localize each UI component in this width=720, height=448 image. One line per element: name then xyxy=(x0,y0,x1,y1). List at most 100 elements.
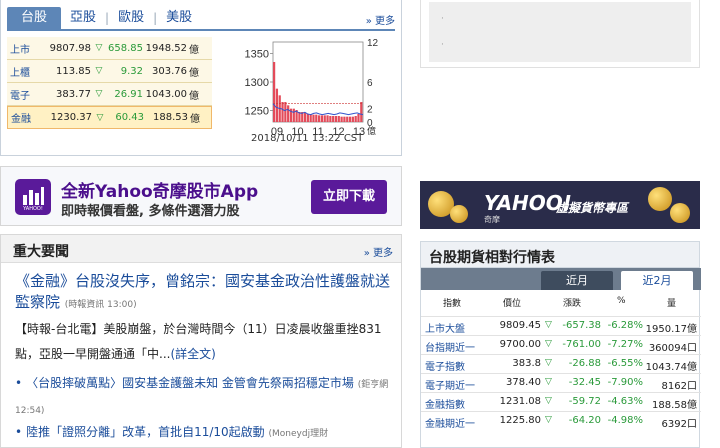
app-banner-title: 全新Yahoo奇摩股市App xyxy=(61,182,259,202)
row-pct: -4.98% xyxy=(607,415,643,426)
ad-dot: · xyxy=(441,14,444,24)
tab-europe[interactable]: 歐股 xyxy=(109,7,153,29)
quote-volume: 188.53 xyxy=(153,112,188,123)
futures-row[interactable]: 金融指數 1231.08 ▽ -59.72 -4.63% 188.58億 xyxy=(421,392,701,411)
quote-row-electronics[interactable]: 電子 383.77 ▽ 26.91 1043.00 億 xyxy=(7,83,212,106)
quote-price: 9807.98 xyxy=(49,42,91,54)
news-item-text[interactable]: 〈台股摔破萬點〉國安基金護盤未知 金管會先祭兩招穩定市場 xyxy=(26,376,354,390)
col-change: 漲跌 xyxy=(563,299,582,309)
ad-placeholder: · · xyxy=(429,2,691,62)
futures-row[interactable]: 台指期近一 9700.00 ▽ -761.00 -7.27% 360094口 xyxy=(421,335,701,354)
quote-row-listed[interactable]: 上市 9807.98 ▽ 658.85 1948.52 億 xyxy=(7,37,212,60)
volume-bar xyxy=(343,116,346,122)
futures-row[interactable]: 上市大盤 9809.45 ▽ -657.38 -6.28% 1950.17億 xyxy=(421,316,701,335)
row-name[interactable]: 金融期近一 xyxy=(425,415,475,430)
tab-near-month[interactable]: 近月 xyxy=(541,271,613,290)
row-price: 1231.08 xyxy=(499,396,541,407)
futures-panel: 台股期貨相對行情表 近月 近2月 指數 價位 漲跌 % 量 上市大盤 9809.… xyxy=(420,241,701,448)
quote-volume: 303.76 xyxy=(152,65,187,77)
volume-bar xyxy=(329,116,332,122)
row-price: 9700.00 xyxy=(499,339,541,350)
row-name[interactable]: 台指期近一 xyxy=(425,339,475,354)
futures-header: 台股期貨相對行情表 xyxy=(421,242,699,268)
volume-bar xyxy=(287,105,290,122)
volume-bar xyxy=(292,108,295,122)
news-item[interactable]: • 陸推「證照分離」改革，首批自11/10起啟動 (Moneydj理財 xyxy=(15,421,403,445)
quote-volume: 1043.00 xyxy=(145,88,187,100)
stock-app-icon: YAHOO! xyxy=(15,179,51,215)
tab-asia[interactable]: 亞股 xyxy=(61,7,105,29)
news-more-link[interactable]: » 更多 xyxy=(364,244,393,259)
quote-price: 383.77 xyxy=(56,88,91,100)
quote-name: 上櫃 xyxy=(10,67,30,79)
volume-bar xyxy=(326,115,329,122)
tab-tw[interactable]: 台股 xyxy=(7,7,62,29)
row-pct: -4.63% xyxy=(607,396,643,407)
news-item-text[interactable]: 陸推「證照分離」改革，首批自11/10起啟動 xyxy=(26,425,265,439)
row-pct: -6.55% xyxy=(607,358,643,369)
y-tick-label: 1300 xyxy=(245,77,269,89)
headline-source: (時報資訊 13:00) xyxy=(64,300,137,310)
coin-icon xyxy=(450,205,468,223)
download-button[interactable]: 立即下載 xyxy=(311,180,387,214)
tab-us[interactable]: 美股 xyxy=(157,7,201,29)
quote-row-otc[interactable]: 上櫃 113.85 ▽ 9.32 303.76 億 xyxy=(7,60,212,83)
volume-bar xyxy=(351,116,354,122)
market-tabs: 台股 亞股 | 歐股 | 美股 xyxy=(7,7,399,29)
news-item[interactable]: • 〈台股摔破萬點〉國安基金護盤未知 金管會先祭兩招穩定市場 (鉅亨網 12:54… xyxy=(15,371,395,423)
futures-tabs: 近月 近2月 xyxy=(421,268,701,290)
coin-icon xyxy=(670,203,690,223)
read-more-link[interactable]: (詳全文) xyxy=(170,347,215,361)
row-name[interactable]: 上市大盤 xyxy=(425,320,465,335)
row-name[interactable]: 電子指數 xyxy=(425,358,465,373)
chart-timestamp: 2018/10/11 13:22 CST xyxy=(251,133,364,144)
row-name[interactable]: 金融指數 xyxy=(425,396,465,411)
volume-bar xyxy=(357,114,360,122)
down-arrow-icon: ▽ xyxy=(545,396,552,406)
row-change: -26.88 xyxy=(568,358,601,369)
futures-row[interactable]: 電子期近一 378.40 ▽ -32.45 -7.90% 8162口 xyxy=(421,373,701,392)
row-change: -59.72 xyxy=(568,396,601,407)
row-change: -657.38 xyxy=(562,320,601,331)
row-volume: 360094口 xyxy=(648,343,697,354)
down-arrow-icon: ▽ xyxy=(96,112,104,123)
row-name[interactable]: 電子期近一 xyxy=(425,377,475,392)
futures-row[interactable]: 電子指數 383.8 ▽ -26.88 -6.55% 1043.74億 xyxy=(421,354,701,373)
quote-change: 60.43 xyxy=(115,112,144,123)
tab-next-month[interactable]: 近2月 xyxy=(621,271,693,290)
volume-bar xyxy=(284,102,287,122)
volume-bar xyxy=(318,115,321,122)
row-change: -761.00 xyxy=(562,339,601,350)
quote-list: 上市 9807.98 ▽ 658.85 1948.52 億 上櫃 113.85 … xyxy=(7,37,212,129)
volume-bar xyxy=(320,115,324,122)
col-volume: 量 xyxy=(667,299,677,309)
futures-title: 台股期貨相對行情表 xyxy=(429,250,555,266)
app-banner-subtitle: 即時報價看盤, 多條件選潛力股 xyxy=(61,204,240,219)
app-download-banner[interactable]: YAHOO! 全新Yahoo奇摩股市App 即時報價看盤, 多條件選潛力股 立即… xyxy=(0,166,402,226)
row-change: -64.20 xyxy=(568,415,601,426)
crypto-banner-caption: 虛擬貨幣專區 xyxy=(556,201,629,215)
quote-volume: 1948.52 xyxy=(145,42,187,54)
news-headline[interactable]: 《金融》台股沒失序，曾銘宗：國安基金政治性護盤就送監察院 (時報資訊 13:00… xyxy=(15,271,395,316)
volume-bar xyxy=(303,112,307,122)
news-title: 重大要聞 xyxy=(13,244,69,260)
y2-tick-label: 12 xyxy=(367,38,379,49)
quote-row-finance[interactable]: 金融 1230.37 ▽ 60.43 188.53 億 xyxy=(7,106,212,129)
market-panel: 台股 亞股 | 歐股 | 美股 » 更多 上市 9807.98 ▽ 658.85… xyxy=(0,0,402,156)
crypto-banner[interactable]: YAHOO! 奇摩 虛擬貨幣專區 xyxy=(420,181,700,229)
quote-unit: 億 xyxy=(189,44,199,56)
volume-bar xyxy=(315,114,318,122)
y2-unit-label: 億 xyxy=(367,125,376,137)
volume-bar xyxy=(275,88,279,122)
y2-tick-label: 6 xyxy=(367,78,373,89)
col-price: 價位 xyxy=(503,299,522,309)
y2-tick-label: 2 xyxy=(367,105,373,116)
row-pct: -7.90% xyxy=(607,377,643,388)
right-ad-panel: · · xyxy=(420,0,700,68)
quote-unit: 億 xyxy=(190,114,200,125)
down-arrow-icon: ▽ xyxy=(545,339,552,349)
market-more-link[interactable]: » 更多 xyxy=(366,12,395,27)
intraday-chart: 12501300135002612億09 10 11 12 13 xyxy=(245,38,379,138)
row-volume: 1950.17億 xyxy=(645,324,697,335)
futures-row[interactable]: 金融期近一 1225.80 ▽ -64.20 -4.98% 6392口 xyxy=(421,411,701,430)
